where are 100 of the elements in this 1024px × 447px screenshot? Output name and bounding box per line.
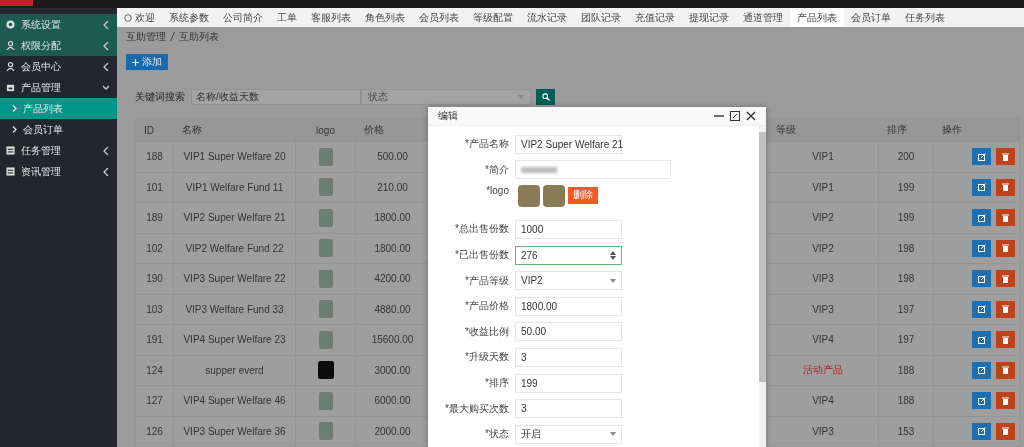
tab[interactable]: 充值记录 — [628, 8, 682, 27]
trash-icon — [1002, 427, 1009, 436]
table-cell: 188 — [879, 386, 934, 416]
chevron-icon — [103, 41, 109, 50]
edit-button[interactable] — [972, 392, 991, 410]
table-cell: VIP3 — [768, 416, 879, 446]
delete-button[interactable] — [996, 270, 1015, 288]
box-icon — [6, 83, 15, 92]
photo-placeholder — [318, 269, 333, 288]
delete-button[interactable] — [996, 392, 1015, 410]
input-field[interactable]: 199 — [515, 373, 622, 393]
add-button[interactable]: 添加 — [126, 54, 168, 70]
delete-button[interactable] — [996, 148, 1015, 166]
sidebar-subitem[interactable]: 会员订单 — [0, 119, 117, 140]
table-cell: 126 — [136, 416, 174, 446]
edit-button[interactable] — [972, 331, 991, 349]
search-button[interactable] — [536, 88, 555, 105]
edit-button[interactable] — [972, 361, 991, 379]
table-cell: 188 — [136, 142, 174, 172]
field-label: *产品名称 — [464, 137, 510, 152]
photo-placeholder — [518, 184, 540, 207]
table-cell: supper everd — [174, 355, 296, 385]
breadcrumb-item[interactable]: 互助管理 — [126, 29, 166, 44]
status-select[interactable]: 状态 — [361, 88, 531, 105]
input-field[interactable]: 1800.00 — [515, 296, 622, 316]
edit-icon — [977, 305, 986, 314]
input-field[interactable]: 3 — [515, 399, 622, 419]
tab[interactable]: 角色列表 — [358, 8, 412, 27]
delete-button[interactable] — [996, 239, 1015, 257]
edit-button[interactable] — [972, 270, 991, 288]
chevron-icon — [103, 167, 109, 176]
edit-button[interactable] — [972, 148, 991, 166]
list-icon — [6, 167, 15, 176]
edit-button[interactable] — [972, 209, 991, 227]
tab[interactable]: 欢迎 — [117, 8, 162, 27]
sidebar-item[interactable]: 资讯管理 — [0, 161, 117, 182]
edit-button[interactable] — [972, 422, 991, 440]
input-field[interactable]: 3 — [515, 347, 622, 367]
edit-button[interactable] — [972, 178, 991, 196]
tab[interactable]: 会员列表 — [412, 8, 466, 27]
table-cell: 199 — [879, 172, 934, 202]
breadcrumb-item[interactable]: 互助列表 — [179, 29, 219, 44]
photo-placeholder — [318, 330, 333, 349]
input-field[interactable]: VIP2 Super Welfare 21 — [515, 134, 622, 154]
sidebar-item[interactable]: 任务管理 — [0, 140, 117, 161]
scrollbar[interactable] — [759, 126, 766, 447]
sidebar-item[interactable]: 权限分配 — [0, 35, 117, 56]
photo-placeholder — [318, 391, 333, 410]
select-field[interactable]: VIP2 — [515, 271, 622, 291]
input-field[interactable]: 50.00 — [515, 322, 622, 342]
delete-button[interactable] — [996, 209, 1015, 227]
tab[interactable]: 产品列表 — [790, 8, 844, 27]
delete-button[interactable] — [996, 331, 1015, 349]
chevron-icon — [12, 105, 17, 112]
sidebar-item[interactable]: 系统设置 — [0, 14, 117, 35]
table-cell: 191 — [136, 325, 174, 355]
tab[interactable]: 流水记录 — [520, 8, 574, 27]
tab[interactable]: 公司简介 — [216, 8, 270, 27]
input-field[interactable] — [515, 160, 671, 180]
tab[interactable]: 团队记录 — [574, 8, 628, 27]
field-label: *升级天数 — [464, 350, 510, 365]
field-label: *已出售份数 — [454, 248, 510, 263]
logo-block — [0, 0, 33, 6]
tab[interactable]: 工单 — [270, 8, 304, 27]
edit-button[interactable] — [972, 239, 991, 257]
tab[interactable]: 任务列表 — [898, 8, 952, 27]
sidebar-item[interactable]: 会员中心 — [0, 56, 117, 77]
table-cell: VIP3 Welfare Fund 33 — [174, 294, 296, 324]
delete-button[interactable] — [996, 300, 1015, 318]
search-field[interactable]: 名称/收益天数 — [191, 88, 361, 105]
number-field[interactable]: 276 — [515, 245, 622, 265]
tab[interactable]: 通道管理 — [736, 8, 790, 27]
trash-icon — [1002, 366, 1009, 375]
select-field[interactable]: 开启 — [515, 424, 622, 444]
gear-icon — [6, 20, 15, 29]
tab[interactable]: 提现记录 — [682, 8, 736, 27]
table-cell: 197 — [879, 325, 934, 355]
spinner-icon — [610, 250, 616, 260]
field-label: *产品价格 — [464, 299, 510, 314]
delete-button[interactable] — [996, 422, 1015, 440]
table-cell: VIP4 — [768, 325, 879, 355]
table-cell: 153 — [879, 416, 934, 446]
tab[interactable]: 客服列表 — [304, 8, 358, 27]
field-label: *产品等级 — [464, 273, 510, 288]
input-field[interactable]: 1000 — [515, 219, 622, 239]
tab[interactable]: 等级配置 — [466, 8, 520, 27]
delete-button[interactable] — [996, 178, 1015, 196]
close-icon[interactable] — [746, 111, 756, 122]
tab[interactable]: 会员订单 — [844, 8, 898, 27]
edit-button[interactable] — [972, 300, 991, 318]
delete-button[interactable] — [996, 361, 1015, 379]
table-cell: 101 — [136, 172, 174, 202]
sidebar-item[interactable]: 产品管理 — [0, 77, 117, 98]
trash-icon — [1002, 152, 1009, 161]
tab[interactable]: 系统参数 — [162, 8, 216, 27]
trash-icon — [1002, 305, 1009, 314]
table-cell: 197 — [879, 294, 934, 324]
chevron-icon — [103, 20, 109, 29]
user-icon — [6, 41, 15, 50]
maximize-icon[interactable] — [730, 111, 740, 122]
